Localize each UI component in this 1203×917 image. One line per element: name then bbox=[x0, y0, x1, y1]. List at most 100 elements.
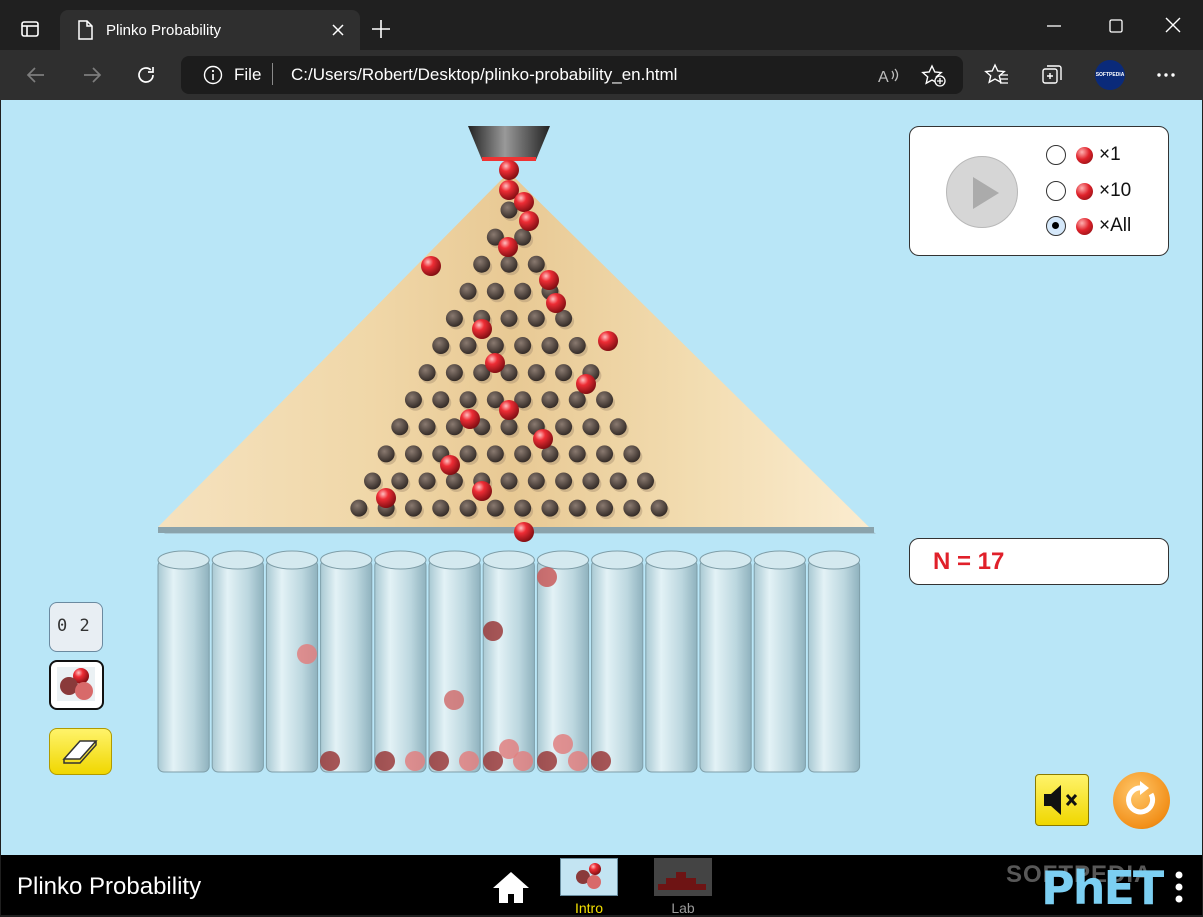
bin-top bbox=[482, 550, 535, 570]
bin-tube bbox=[645, 559, 698, 773]
profile-avatar[interactable]: SOFTPEDIA bbox=[1095, 60, 1125, 90]
bin-top bbox=[157, 550, 210, 570]
binned-ball bbox=[375, 751, 395, 771]
eraser-button[interactable] bbox=[49, 728, 112, 775]
option-x10-label: ×10 bbox=[1099, 180, 1132, 201]
falling-ball bbox=[519, 211, 539, 231]
phet-logo[interactable]: PhET bbox=[1041, 861, 1164, 915]
read-aloud-icon[interactable]: A bbox=[877, 65, 901, 92]
binned-ball bbox=[444, 690, 464, 710]
counter-icon: 0 2 bbox=[57, 616, 91, 636]
falling-ball bbox=[546, 293, 566, 313]
ball-view-toggle[interactable] bbox=[49, 660, 104, 710]
bin-counter-toggle[interactable]: 0 2 bbox=[49, 602, 103, 652]
peg bbox=[432, 499, 450, 517]
minimize-icon[interactable] bbox=[1044, 16, 1064, 41]
falling-ball bbox=[514, 522, 534, 542]
peg bbox=[500, 309, 518, 327]
peg bbox=[500, 255, 518, 273]
ball-count-panel: N = 17 bbox=[909, 538, 1169, 585]
forward-icon[interactable] bbox=[80, 63, 104, 92]
peg bbox=[568, 499, 586, 517]
peg bbox=[404, 445, 422, 463]
peg bbox=[527, 255, 545, 273]
bin-tube bbox=[320, 559, 373, 773]
reset-all-button[interactable] bbox=[1113, 772, 1170, 829]
play-button[interactable] bbox=[946, 156, 1018, 228]
radio-xall[interactable] bbox=[1046, 216, 1066, 236]
bin-top bbox=[211, 550, 264, 570]
tab-lab[interactable]: Lab bbox=[653, 857, 713, 916]
falling-ball bbox=[440, 455, 460, 475]
peg bbox=[445, 309, 463, 327]
peg bbox=[527, 472, 545, 490]
close-tab-icon[interactable] bbox=[328, 20, 348, 45]
binned-ball bbox=[537, 751, 557, 771]
radio-x1[interactable] bbox=[1046, 145, 1066, 165]
window-close-icon[interactable] bbox=[1162, 14, 1184, 41]
falling-ball bbox=[499, 400, 519, 420]
ball-count: N = 17 bbox=[933, 548, 1005, 575]
simulation-area: ×1 ×10 ×All N = 17 0 2 bbox=[1, 100, 1202, 855]
bin-tube bbox=[157, 559, 210, 773]
falling-ball bbox=[376, 488, 396, 508]
tab-intro[interactable]: Intro bbox=[559, 857, 619, 916]
svg-text:A: A bbox=[878, 69, 889, 86]
peg bbox=[637, 472, 654, 490]
peg bbox=[514, 282, 532, 300]
radio-x10[interactable] bbox=[1046, 181, 1066, 201]
collections-icon[interactable] bbox=[1040, 63, 1064, 92]
add-favorite-icon[interactable] bbox=[921, 64, 947, 93]
address-url[interactable]: C:/Users/Robert/Desktop/plinko-probabili… bbox=[291, 65, 677, 85]
address-scheme: File bbox=[234, 65, 262, 84]
peg bbox=[527, 309, 545, 327]
peg bbox=[596, 499, 614, 517]
binned-ball bbox=[568, 751, 588, 771]
home-icon[interactable] bbox=[490, 869, 532, 910]
refresh-icon[interactable] bbox=[134, 63, 158, 92]
peg bbox=[404, 499, 422, 517]
peg bbox=[459, 391, 477, 409]
new-tab-icon[interactable] bbox=[370, 18, 392, 45]
peg bbox=[555, 364, 573, 382]
peg bbox=[459, 282, 477, 300]
bin-top bbox=[699, 550, 752, 570]
peg bbox=[445, 364, 463, 382]
sidebar-toggle-icon[interactable] bbox=[14, 13, 46, 45]
option-x10[interactable]: ×10 bbox=[1046, 179, 1131, 203]
bin-tube bbox=[211, 559, 264, 773]
balls-icon bbox=[57, 667, 95, 701]
falling-ball bbox=[485, 353, 505, 373]
binned-ball bbox=[405, 751, 425, 771]
phet-menu-icon[interactable] bbox=[1173, 871, 1185, 908]
browser-tab[interactable]: Plinko Probability bbox=[60, 10, 360, 50]
peg bbox=[582, 418, 600, 436]
peg bbox=[418, 364, 436, 382]
peg bbox=[541, 337, 559, 354]
falling-ball bbox=[576, 374, 596, 394]
peg bbox=[609, 418, 627, 436]
more-menu-icon[interactable] bbox=[1154, 63, 1178, 92]
binned-ball bbox=[553, 734, 573, 754]
browser-toolbar: File C:/Users/Robert/Desktop/plinko-prob… bbox=[0, 50, 1203, 100]
back-icon[interactable] bbox=[24, 63, 48, 92]
option-xall[interactable]: ×All bbox=[1046, 214, 1131, 238]
document-icon bbox=[76, 20, 94, 45]
tab-lab-label: Lab bbox=[671, 900, 695, 916]
peg bbox=[473, 255, 491, 273]
peg bbox=[432, 391, 450, 409]
sound-toggle-button[interactable] bbox=[1035, 774, 1089, 826]
peg bbox=[500, 418, 518, 436]
option-x1[interactable]: ×1 bbox=[1046, 143, 1121, 167]
peg bbox=[514, 499, 532, 517]
info-icon[interactable] bbox=[203, 65, 223, 90]
address-bar[interactable]: File C:/Users/Robert/Desktop/plinko-prob… bbox=[181, 56, 963, 94]
maximize-icon[interactable] bbox=[1106, 16, 1126, 41]
bin-tube bbox=[374, 559, 427, 773]
peg bbox=[514, 445, 532, 463]
peg bbox=[445, 472, 463, 490]
favorites-icon[interactable] bbox=[984, 63, 1010, 92]
bin-top bbox=[320, 550, 373, 570]
falling-ball bbox=[421, 256, 441, 276]
ball-hopper bbox=[468, 126, 550, 160]
